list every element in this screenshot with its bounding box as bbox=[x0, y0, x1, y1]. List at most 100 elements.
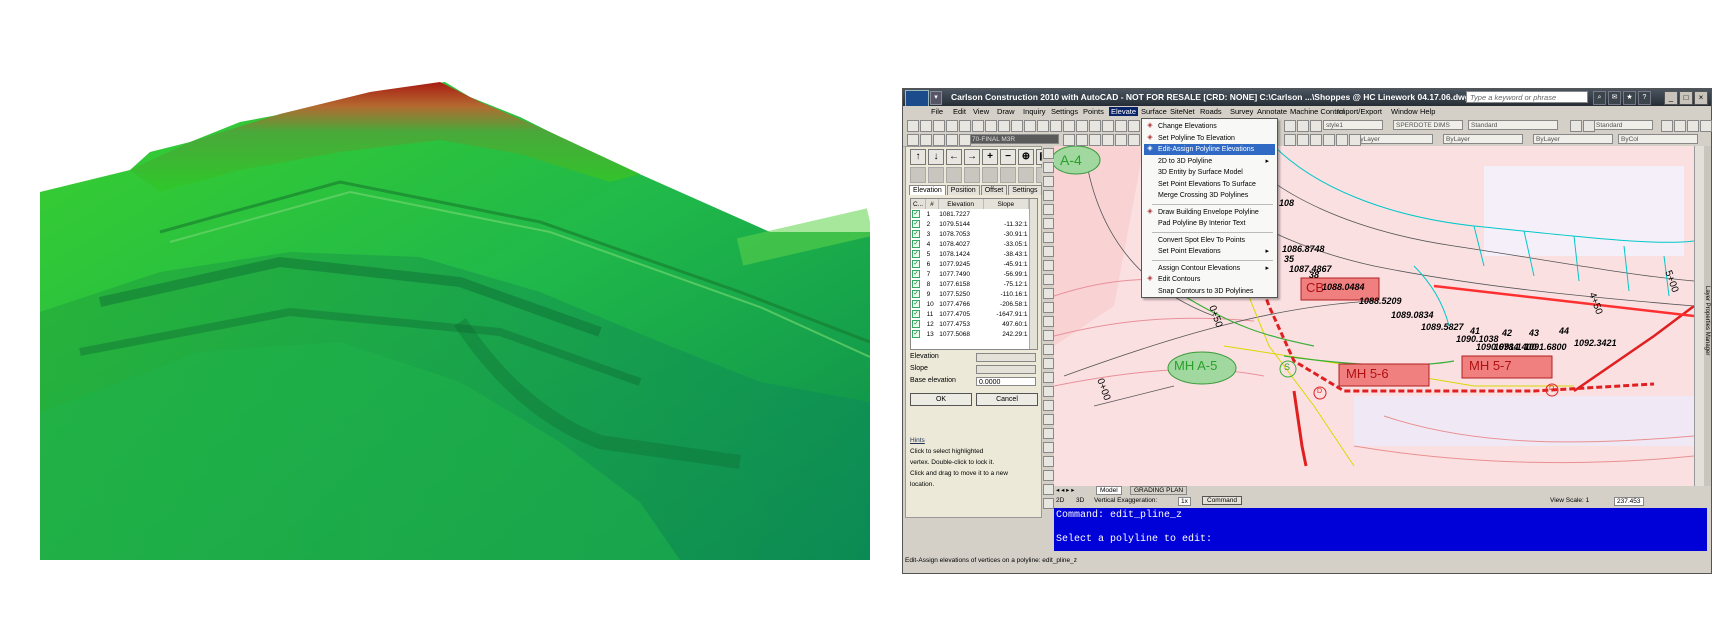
cell-slope[interactable]: -33.05:1 bbox=[983, 239, 1028, 249]
toolbar-tool-icon[interactable] bbox=[1583, 120, 1595, 132]
toolbar-tool-icon[interactable] bbox=[1063, 120, 1075, 132]
row-checkbox[interactable]: ✓ bbox=[911, 289, 926, 299]
draw-tool-icon[interactable] bbox=[1042, 428, 1054, 439]
cell-slope[interactable]: -38.43:1 bbox=[983, 249, 1028, 259]
draw-tool-icon[interactable] bbox=[1042, 204, 1054, 215]
row-checkbox[interactable]: ✓ bbox=[911, 309, 926, 319]
menu-annotate[interactable]: Annotate bbox=[1255, 107, 1289, 116]
table-row[interactable]: ✓ 7 1077.7490 -56.99:1 bbox=[911, 269, 1029, 279]
row-checkbox[interactable]: ✓ bbox=[911, 249, 926, 259]
layer-properties-palette[interactable]: Layer Properties Manager bbox=[1704, 146, 1711, 486]
checkbox-checked-icon[interactable]: ✓ bbox=[912, 260, 920, 268]
draw-tool-icon[interactable] bbox=[1042, 176, 1054, 187]
cell-number[interactable]: 1 bbox=[926, 209, 939, 219]
cell-number[interactable]: 12 bbox=[926, 319, 939, 329]
vertex-tool-icon[interactable] bbox=[964, 167, 980, 183]
draw-tool-icon[interactable] bbox=[1042, 400, 1054, 411]
checkbox-checked-icon[interactable]: ✓ bbox=[912, 230, 920, 238]
row-checkbox[interactable]: ✓ bbox=[911, 279, 926, 289]
toolbar-tool-icon[interactable] bbox=[1284, 134, 1296, 146]
menu-item-edit-assign-polyline-elevations[interactable]: ◈ Edit-Assign Polyline Elevations bbox=[1144, 144, 1275, 155]
draw-tool-icon[interactable] bbox=[1042, 498, 1054, 509]
cell-slope[interactable] bbox=[983, 209, 1028, 219]
slope-input[interactable] bbox=[976, 365, 1036, 374]
draw-tool-icon[interactable] bbox=[1042, 246, 1054, 257]
toolbar-tool-icon[interactable] bbox=[1297, 120, 1309, 132]
row-checkbox[interactable]: ✓ bbox=[911, 299, 926, 309]
tab-nav-icon[interactable]: ◂ ◂ ▸ ▸ bbox=[1056, 486, 1074, 494]
row-checkbox[interactable]: ✓ bbox=[911, 229, 926, 239]
row-checkbox[interactable]: ✓ bbox=[911, 209, 926, 219]
table-row[interactable]: ✓ 5 1078.1424 -38.43:1 bbox=[911, 249, 1029, 259]
menu-sitenet[interactable]: SiteNet bbox=[1168, 107, 1197, 116]
menu-elevate[interactable]: Elevate bbox=[1109, 107, 1139, 116]
menu-help[interactable]: Help bbox=[1418, 107, 1437, 116]
cell-elevation[interactable]: 1081.7227 bbox=[938, 209, 983, 219]
cell-slope[interactable]: 242.29:1 bbox=[983, 329, 1028, 339]
cell-number[interactable]: 7 bbox=[926, 269, 939, 279]
menu-item-pad-polyline-by-interior-text[interactable]: Pad Polyline By Interior Text bbox=[1144, 218, 1275, 229]
toolbar-tool-icon[interactable] bbox=[1297, 134, 1309, 146]
menu-item-convert-spot-elev-to-points[interactable]: Convert Spot Elev To Points bbox=[1144, 235, 1275, 246]
checkbox-checked-icon[interactable]: ✓ bbox=[912, 240, 920, 248]
draw-tool-icon[interactable] bbox=[1042, 288, 1054, 299]
table-row[interactable]: ✓ 9 1077.5250 -110.16:1 bbox=[911, 289, 1029, 299]
zoom-window-icon[interactable]: ⊕ bbox=[1018, 149, 1034, 165]
draw-tool-icon[interactable] bbox=[1042, 190, 1054, 201]
multileader-style-combo[interactable]: Standard bbox=[1593, 120, 1653, 130]
toolbar-tool-icon[interactable] bbox=[1661, 120, 1673, 132]
menu-item-change-elevations[interactable]: ◈ Change Elevations bbox=[1144, 121, 1275, 132]
view-scale-value[interactable]: 237.453 bbox=[1614, 497, 1644, 506]
menu-item-snap-contours-to-3d-polylines[interactable]: Snap Contours to 3D Polylines bbox=[1144, 286, 1275, 297]
lineweight-combo[interactable]: ByLayer bbox=[1533, 134, 1613, 144]
linetype-combo[interactable]: ByLayer bbox=[1443, 134, 1523, 144]
dim-style-combo[interactable]: SPERDOTE DIMS bbox=[1393, 120, 1463, 130]
cell-elevation[interactable]: 1077.9245 bbox=[938, 259, 983, 269]
tab-settings[interactable]: Settings bbox=[1008, 185, 1042, 195]
mode-2d-button[interactable]: 2D bbox=[1056, 497, 1064, 504]
checkbox-checked-icon[interactable]: ✓ bbox=[912, 210, 920, 218]
arrow-down-icon[interactable]: ↓ bbox=[928, 149, 944, 165]
cell-number[interactable]: 11 bbox=[926, 309, 939, 319]
vexag-combo[interactable]: 1x bbox=[1178, 497, 1191, 506]
cell-number[interactable]: 3 bbox=[926, 229, 939, 239]
vertex-tool-icon[interactable] bbox=[928, 167, 944, 183]
menu-item-merge-crossing-3d-polylines[interactable]: Merge Crossing 3D Polylines bbox=[1144, 190, 1275, 201]
toolbar-tool-icon[interactable] bbox=[1076, 120, 1088, 132]
toolbar-tool-icon[interactable] bbox=[1674, 120, 1686, 132]
toolbar-tool-icon[interactable] bbox=[1115, 120, 1127, 132]
row-checkbox[interactable]: ✓ bbox=[911, 239, 926, 249]
menu-window[interactable]: Window bbox=[1389, 107, 1420, 116]
vertex-tool-icon[interactable] bbox=[1000, 167, 1016, 183]
menu-import-export[interactable]: Import/Export bbox=[1335, 107, 1384, 116]
command-prompt[interactable]: Select a polyline to edit: bbox=[1056, 534, 1212, 545]
toolbar-tool-icon[interactable] bbox=[1050, 120, 1062, 132]
toolbar-tool-icon[interactable] bbox=[1089, 120, 1101, 132]
checkbox-checked-icon[interactable]: ✓ bbox=[912, 250, 920, 258]
elevation-input[interactable] bbox=[976, 353, 1036, 362]
menu-settings[interactable]: Settings bbox=[1049, 107, 1080, 116]
cell-elevation[interactable]: 1079.5144 bbox=[938, 219, 983, 229]
cell-slope[interactable]: -110.16:1 bbox=[983, 289, 1028, 299]
maximize-button[interactable]: □ bbox=[1679, 91, 1693, 105]
cell-elevation[interactable]: 1077.4705 bbox=[938, 309, 983, 319]
draw-tool-icon[interactable] bbox=[1042, 484, 1054, 495]
toolbar-tool-icon[interactable] bbox=[1349, 134, 1361, 146]
communication-icon[interactable]: ✉ bbox=[1608, 91, 1621, 105]
toolbar-tool-icon[interactable] bbox=[933, 134, 945, 146]
row-checkbox[interactable]: ✓ bbox=[911, 259, 926, 269]
draw-tool-icon[interactable] bbox=[1042, 274, 1054, 285]
vertex-tool-icon[interactable] bbox=[1018, 167, 1034, 183]
col-header[interactable]: Slope bbox=[983, 199, 1030, 209]
toolbar-tool-icon[interactable] bbox=[1089, 134, 1101, 146]
table-style-combo[interactable]: Standard bbox=[1468, 120, 1558, 130]
checkbox-checked-icon[interactable]: ✓ bbox=[912, 310, 920, 318]
cell-slope[interactable]: -56.99:1 bbox=[983, 269, 1028, 279]
cell-number[interactable]: 10 bbox=[926, 299, 939, 309]
checkbox-checked-icon[interactable]: ✓ bbox=[912, 290, 920, 298]
toolbar-tool-icon[interactable] bbox=[1102, 134, 1114, 146]
toolbar-tool-icon[interactable] bbox=[1284, 120, 1296, 132]
cancel-button[interactable]: Cancel bbox=[976, 393, 1038, 406]
menu-item-3d-entity-by-surface-model[interactable]: 3D Entity by Surface Model bbox=[1144, 167, 1275, 178]
vertex-tool-icon[interactable] bbox=[910, 167, 926, 183]
